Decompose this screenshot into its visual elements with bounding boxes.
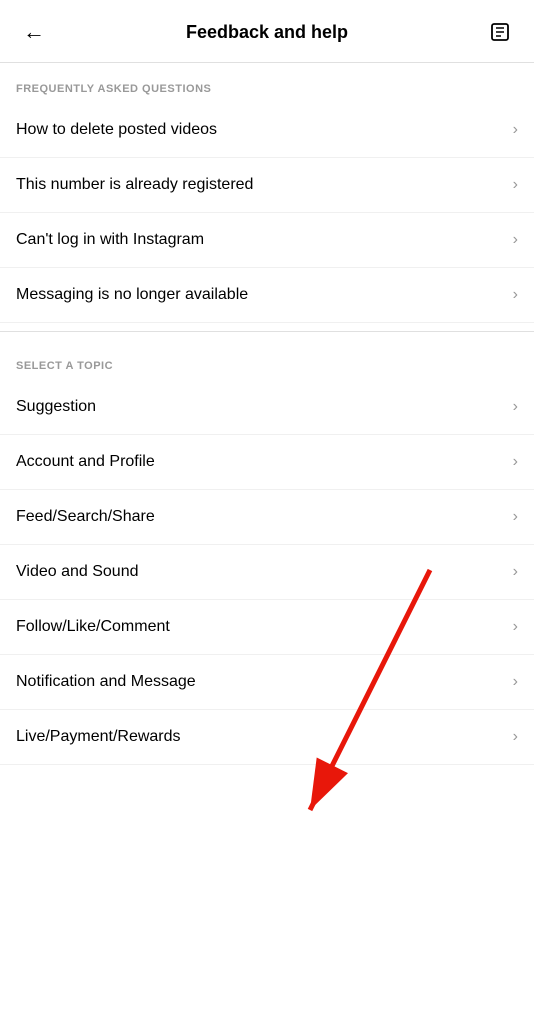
section-divider — [0, 331, 534, 332]
topic-item-5: Notification and Message — [16, 673, 196, 691]
topic-item-6: Live/Payment/Rewards — [16, 728, 181, 746]
chevron-icon-1: › — [513, 176, 518, 194]
list-item[interactable]: Can't log in with Instagram › — [0, 213, 534, 268]
topic-item-1: Account and Profile — [16, 453, 155, 471]
list-item[interactable]: Feed/Search/Share › — [0, 490, 534, 545]
list-item[interactable]: Suggestion › — [0, 380, 534, 435]
back-arrow-icon: ← — [23, 19, 45, 45]
faq-item-0: How to delete posted videos — [16, 121, 217, 139]
topic-item-2: Feed/Search/Share — [16, 508, 155, 526]
chevron-icon-t6: › — [513, 728, 518, 746]
topic-item-4: Follow/Like/Comment — [16, 618, 170, 636]
back-button[interactable]: ← — [16, 14, 52, 50]
edit-icon — [489, 21, 511, 43]
faq-item-3: Messaging is no longer available — [16, 286, 248, 304]
list-item[interactable]: Notification and Message › — [0, 655, 534, 710]
faq-item-1: This number is already registered — [16, 176, 253, 194]
topic-item-0: Suggestion — [16, 398, 96, 416]
list-item[interactable]: Account and Profile › — [0, 435, 534, 490]
topic-item-3: Video and Sound — [16, 563, 138, 581]
list-item[interactable]: How to delete posted videos › — [0, 103, 534, 158]
list-item[interactable]: Video and Sound › — [0, 545, 534, 600]
header: ← Feedback and help — [0, 0, 534, 63]
faq-section-label: FREQUENTLY ASKED QUESTIONS — [0, 63, 534, 103]
chevron-icon-t5: › — [513, 673, 518, 691]
chevron-icon-3: › — [513, 286, 518, 304]
list-item[interactable]: This number is already registered › — [0, 158, 534, 213]
chevron-icon-t1: › — [513, 453, 518, 471]
chevron-icon-0: › — [513, 121, 518, 139]
chevron-icon-t2: › — [513, 508, 518, 526]
chevron-icon-2: › — [513, 231, 518, 249]
edit-button[interactable] — [482, 14, 518, 50]
list-item[interactable]: Follow/Like/Comment › — [0, 600, 534, 655]
chevron-icon-t4: › — [513, 618, 518, 636]
chevron-icon-t3: › — [513, 563, 518, 581]
list-item[interactable]: Live/Payment/Rewards › — [0, 710, 534, 765]
page-title: Feedback and help — [52, 22, 482, 43]
topic-section-label: SELECT A TOPIC — [0, 340, 534, 380]
faq-item-2: Can't log in with Instagram — [16, 231, 204, 249]
chevron-icon-t0: › — [513, 398, 518, 416]
list-item[interactable]: Messaging is no longer available › — [0, 268, 534, 323]
